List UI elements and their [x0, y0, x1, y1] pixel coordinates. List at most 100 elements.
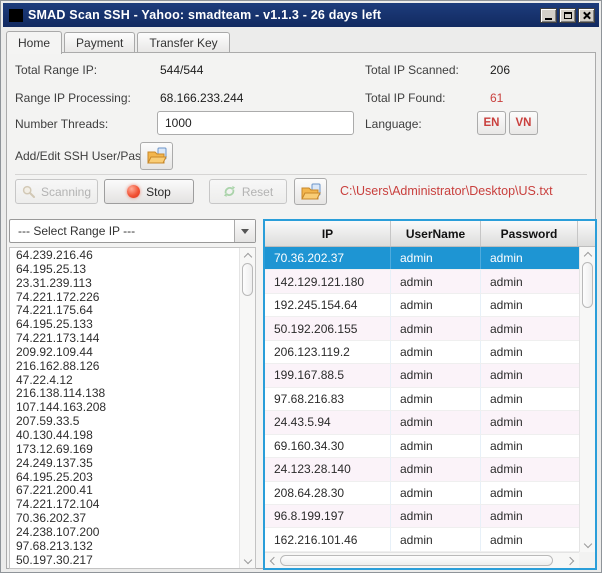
list-item[interactable]: 70.36.202.37	[10, 512, 238, 526]
table-horizontal-scrollbar[interactable]	[265, 552, 579, 568]
table-vscrollbar-thumb[interactable]	[582, 262, 593, 308]
cell-ip: 24.123.28.140	[265, 458, 391, 480]
chevron-down-icon	[241, 229, 249, 234]
table-row[interactable]: 50.192.206.155 admin admin	[265, 317, 579, 340]
table-row[interactable]: 208.64.28.30 admin admin	[265, 482, 579, 505]
total-ip-scanned-value: 206	[490, 63, 510, 77]
scroll-down-icon[interactable]	[240, 554, 256, 568]
window-title: SMAD Scan SSH - Yahoo: smadteam - v1.1.3…	[28, 8, 540, 22]
table-row[interactable]: 69.160.34.30 admin admin	[265, 435, 579, 458]
list-item[interactable]: 107.144.163.208	[10, 401, 238, 415]
cell-ip: 96.8.199.197	[265, 505, 391, 527]
scroll-up-icon[interactable]	[580, 247, 596, 261]
list-item[interactable]: 50.197.30.217	[10, 554, 238, 568]
table-hscrollbar-thumb[interactable]	[280, 555, 553, 566]
table-vertical-scrollbar[interactable]	[579, 247, 595, 552]
cell-username: admin	[391, 528, 481, 550]
table-row[interactable]: 70.36.202.37 admin admin	[265, 247, 579, 270]
table-row[interactable]: 199.167.88.5 admin admin	[265, 364, 579, 387]
scroll-up-icon[interactable]	[240, 248, 256, 262]
list-item[interactable]: 207.59.33.5	[10, 415, 238, 429]
list-item[interactable]: 23.31.239.113	[10, 277, 238, 291]
scanning-button[interactable]: Scanning	[15, 179, 98, 204]
add-edit-ssh-open-button[interactable]	[140, 142, 173, 170]
scroll-left-icon[interactable]	[265, 553, 280, 569]
reset-button-label: Reset	[242, 185, 273, 199]
list-scrollbar-thumb[interactable]	[242, 263, 253, 296]
cell-username: admin	[391, 482, 481, 504]
range-ip-processing-value: 68.166.233.244	[160, 91, 243, 105]
cell-password: admin	[481, 247, 579, 269]
language-vn-button[interactable]: VN	[509, 111, 538, 135]
reset-button[interactable]: Reset	[209, 179, 287, 204]
dropdown-arrow-button[interactable]	[234, 220, 255, 242]
list-item[interactable]: 64.195.25.203	[10, 471, 238, 485]
cell-ip: 199.167.88.5	[265, 364, 391, 386]
cell-ip: 97.68.216.83	[265, 388, 391, 410]
list-item[interactable]: 216.138.114.138	[10, 387, 238, 401]
cell-password: admin	[481, 411, 579, 433]
stop-button[interactable]: Stop	[104, 179, 194, 204]
total-ip-found-label: Total IP Found:	[365, 91, 446, 105]
close-button[interactable]	[578, 8, 595, 23]
list-item[interactable]: 24.238.107.200	[10, 526, 238, 540]
total-ip-found-value: 61	[490, 91, 503, 105]
table-row[interactable]: 24.43.5.94 admin admin	[265, 411, 579, 434]
tab-transfer-key[interactable]: Transfer Key	[137, 32, 229, 53]
cell-ip: 69.160.34.30	[265, 435, 391, 457]
cell-password: admin	[481, 388, 579, 410]
list-item[interactable]: 74.221.172.226	[10, 291, 238, 305]
list-item[interactable]: 74.221.175.64	[10, 304, 238, 318]
column-header-username[interactable]: UserName	[391, 221, 481, 246]
list-item[interactable]: 173.12.69.169	[10, 443, 238, 457]
titlebar[interactable]: SMAD Scan SSH - Yahoo: smadteam - v1.1.3…	[3, 3, 599, 27]
list-item[interactable]: 64.195.25.133	[10, 318, 238, 332]
list-item[interactable]: 24.249.137.35	[10, 457, 238, 471]
tab-home[interactable]: Home	[6, 31, 62, 54]
stop-icon	[127, 185, 140, 198]
list-vertical-scrollbar[interactable]	[239, 248, 255, 568]
list-item[interactable]: 40.130.44.198	[10, 429, 238, 443]
table-row[interactable]: 24.123.28.140 admin admin	[265, 458, 579, 481]
list-item[interactable]: 64.195.25.13	[10, 263, 238, 277]
cell-ip: 142.129.121.180	[265, 270, 391, 292]
range-ip-list-items: 64.239.216.46 64.195.25.13 23.31.239.113…	[10, 249, 238, 568]
list-item[interactable]: 47.22.4.12	[10, 374, 238, 388]
table-row[interactable]: 162.216.101.46 admin admin	[265, 528, 579, 551]
scroll-right-icon[interactable]	[564, 553, 579, 569]
list-item[interactable]: 74.221.173.144	[10, 332, 238, 346]
cell-ip: 70.36.202.37	[265, 247, 391, 269]
cell-password: admin	[481, 341, 579, 363]
tab-payment[interactable]: Payment	[64, 32, 135, 53]
list-item[interactable]: 74.221.172.104	[10, 498, 238, 512]
table-row[interactable]: 192.245.154.64 admin admin	[265, 294, 579, 317]
cell-ip: 208.64.28.30	[265, 482, 391, 504]
list-item[interactable]: 216.162.88.126	[10, 360, 238, 374]
range-ip-dropdown[interactable]: --- Select Range IP ---	[9, 219, 256, 243]
column-header-password[interactable]: Password	[481, 221, 578, 246]
section-divider	[15, 174, 587, 175]
minimize-button[interactable]	[540, 8, 557, 23]
range-ip-processing-label: Range IP Processing:	[15, 91, 131, 105]
results-table-header: IP UserName Password	[265, 221, 595, 247]
maximize-button[interactable]	[559, 8, 576, 23]
list-item[interactable]: 209.92.109.44	[10, 346, 238, 360]
open-file-button[interactable]	[294, 178, 327, 205]
table-row[interactable]: 97.68.216.83 admin admin	[265, 388, 579, 411]
list-item[interactable]: 64.239.216.46	[10, 249, 238, 263]
selected-file-path: C:\Users\Administrator\Desktop\US.txt	[340, 184, 553, 198]
cell-username: admin	[391, 458, 481, 480]
stop-button-label: Stop	[146, 185, 171, 199]
list-item[interactable]: 97.68.213.132	[10, 540, 238, 554]
column-header-ip[interactable]: IP	[265, 221, 391, 246]
total-ip-scanned-label: Total IP Scanned:	[365, 63, 459, 77]
table-row[interactable]: 96.8.199.197 admin admin	[265, 505, 579, 528]
maximize-icon	[564, 12, 572, 19]
number-threads-input[interactable]	[157, 111, 354, 135]
table-row[interactable]: 142.129.121.180 admin admin	[265, 270, 579, 293]
list-item[interactable]: 67.221.200.41	[10, 484, 238, 498]
table-row[interactable]: 206.123.119.2 admin admin	[265, 341, 579, 364]
language-en-button[interactable]: EN	[477, 111, 506, 135]
cell-password: admin	[481, 505, 579, 527]
scroll-down-icon[interactable]	[580, 538, 596, 552]
